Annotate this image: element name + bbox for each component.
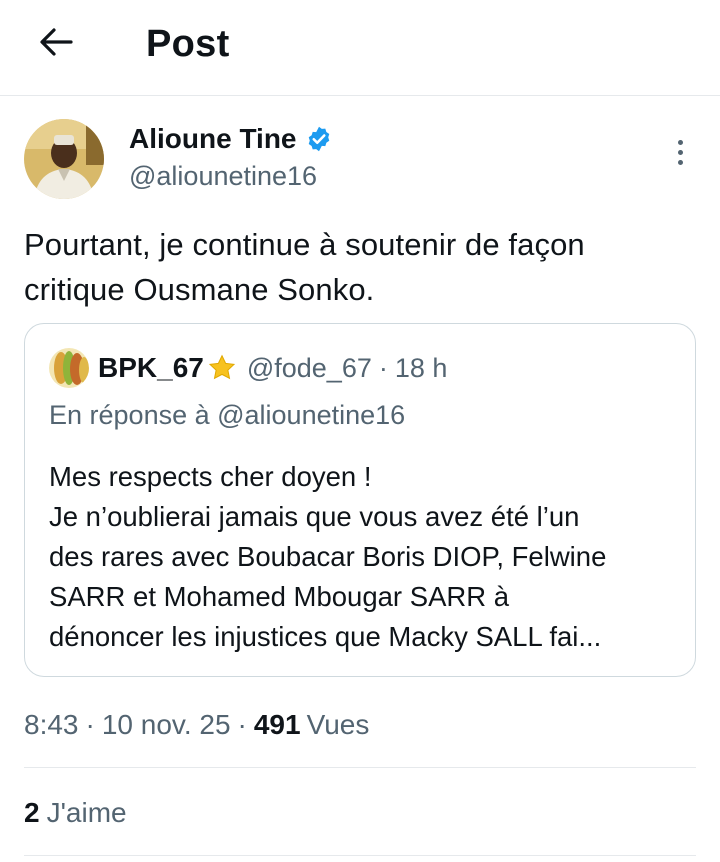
likes-label: J'aime [46, 797, 127, 828]
meta-separator: · [237, 709, 247, 740]
author-name[interactable]: Alioune Tine [129, 122, 297, 156]
arrow-left-icon [40, 28, 73, 56]
divider [24, 767, 696, 768]
author-name-row[interactable]: Alioune Tine [129, 122, 333, 156]
divider [24, 855, 696, 856]
verified-badge-icon [308, 126, 329, 152]
back-button[interactable] [34, 22, 78, 62]
post-date[interactable]: 10 nov. 25 [102, 709, 231, 741]
author-avatar[interactable] [24, 119, 104, 199]
quote-separator: · [378, 352, 388, 383]
quote-text: Mes respects cher doyen ! Je n’oublierai… [49, 457, 689, 657]
quote-author-name: BPK_67 [98, 352, 204, 383]
post-text-line: Pourtant, je continue à soutenir de faço… [24, 227, 585, 262]
post-time[interactable]: 8:43 [24, 709, 79, 741]
likes-count: 2 [24, 797, 40, 828]
quote-avatar [49, 348, 89, 388]
star-icon [208, 354, 235, 380]
views-count: 491 [253, 709, 301, 740]
quote-text-line: Je n’oublierai jamais que vous avez été … [49, 501, 580, 532]
post-text-line: critique Ousmane Sonko. [24, 272, 375, 307]
more-options-button[interactable] [664, 133, 696, 171]
more-dots-icon [677, 139, 683, 145]
top-bar: Post [0, 0, 720, 96]
quote-time: 18 h [394, 352, 448, 383]
meta-separator: · [85, 709, 95, 740]
post-meta: 8:43 · 10 nov. 25 · 491 Vues [24, 705, 369, 745]
quote-text-line: SARR et Mohamed Mbougar SARR à [49, 581, 510, 612]
likes-stat[interactable]: 2 J'aime [24, 795, 127, 831]
quote-text-line: des rares avec Boubacar Boris DIOP, Felw… [49, 541, 607, 572]
views-label: Vues [306, 709, 370, 740]
quote-author-handle: @fode_67 [246, 352, 372, 383]
quote-text-line: dénoncer les injustices que Macky SALL f… [49, 621, 602, 652]
quoted-post-card[interactable]: BPK_67 @fode_67 · 18 h En réponse à @ali… [24, 323, 696, 677]
quote-text-line: Mes respects cher doyen ! [49, 461, 372, 492]
post-text: Pourtant, je continue à soutenir de faço… [24, 222, 704, 312]
page-title: Post [146, 23, 230, 65]
quote-reply-to: En réponse à @aliounetine16 [49, 400, 406, 430]
quote-header: BPK_67 @fode_67 · 18 h [98, 348, 447, 388]
author-handle[interactable]: @aliounetine16 [129, 160, 317, 192]
